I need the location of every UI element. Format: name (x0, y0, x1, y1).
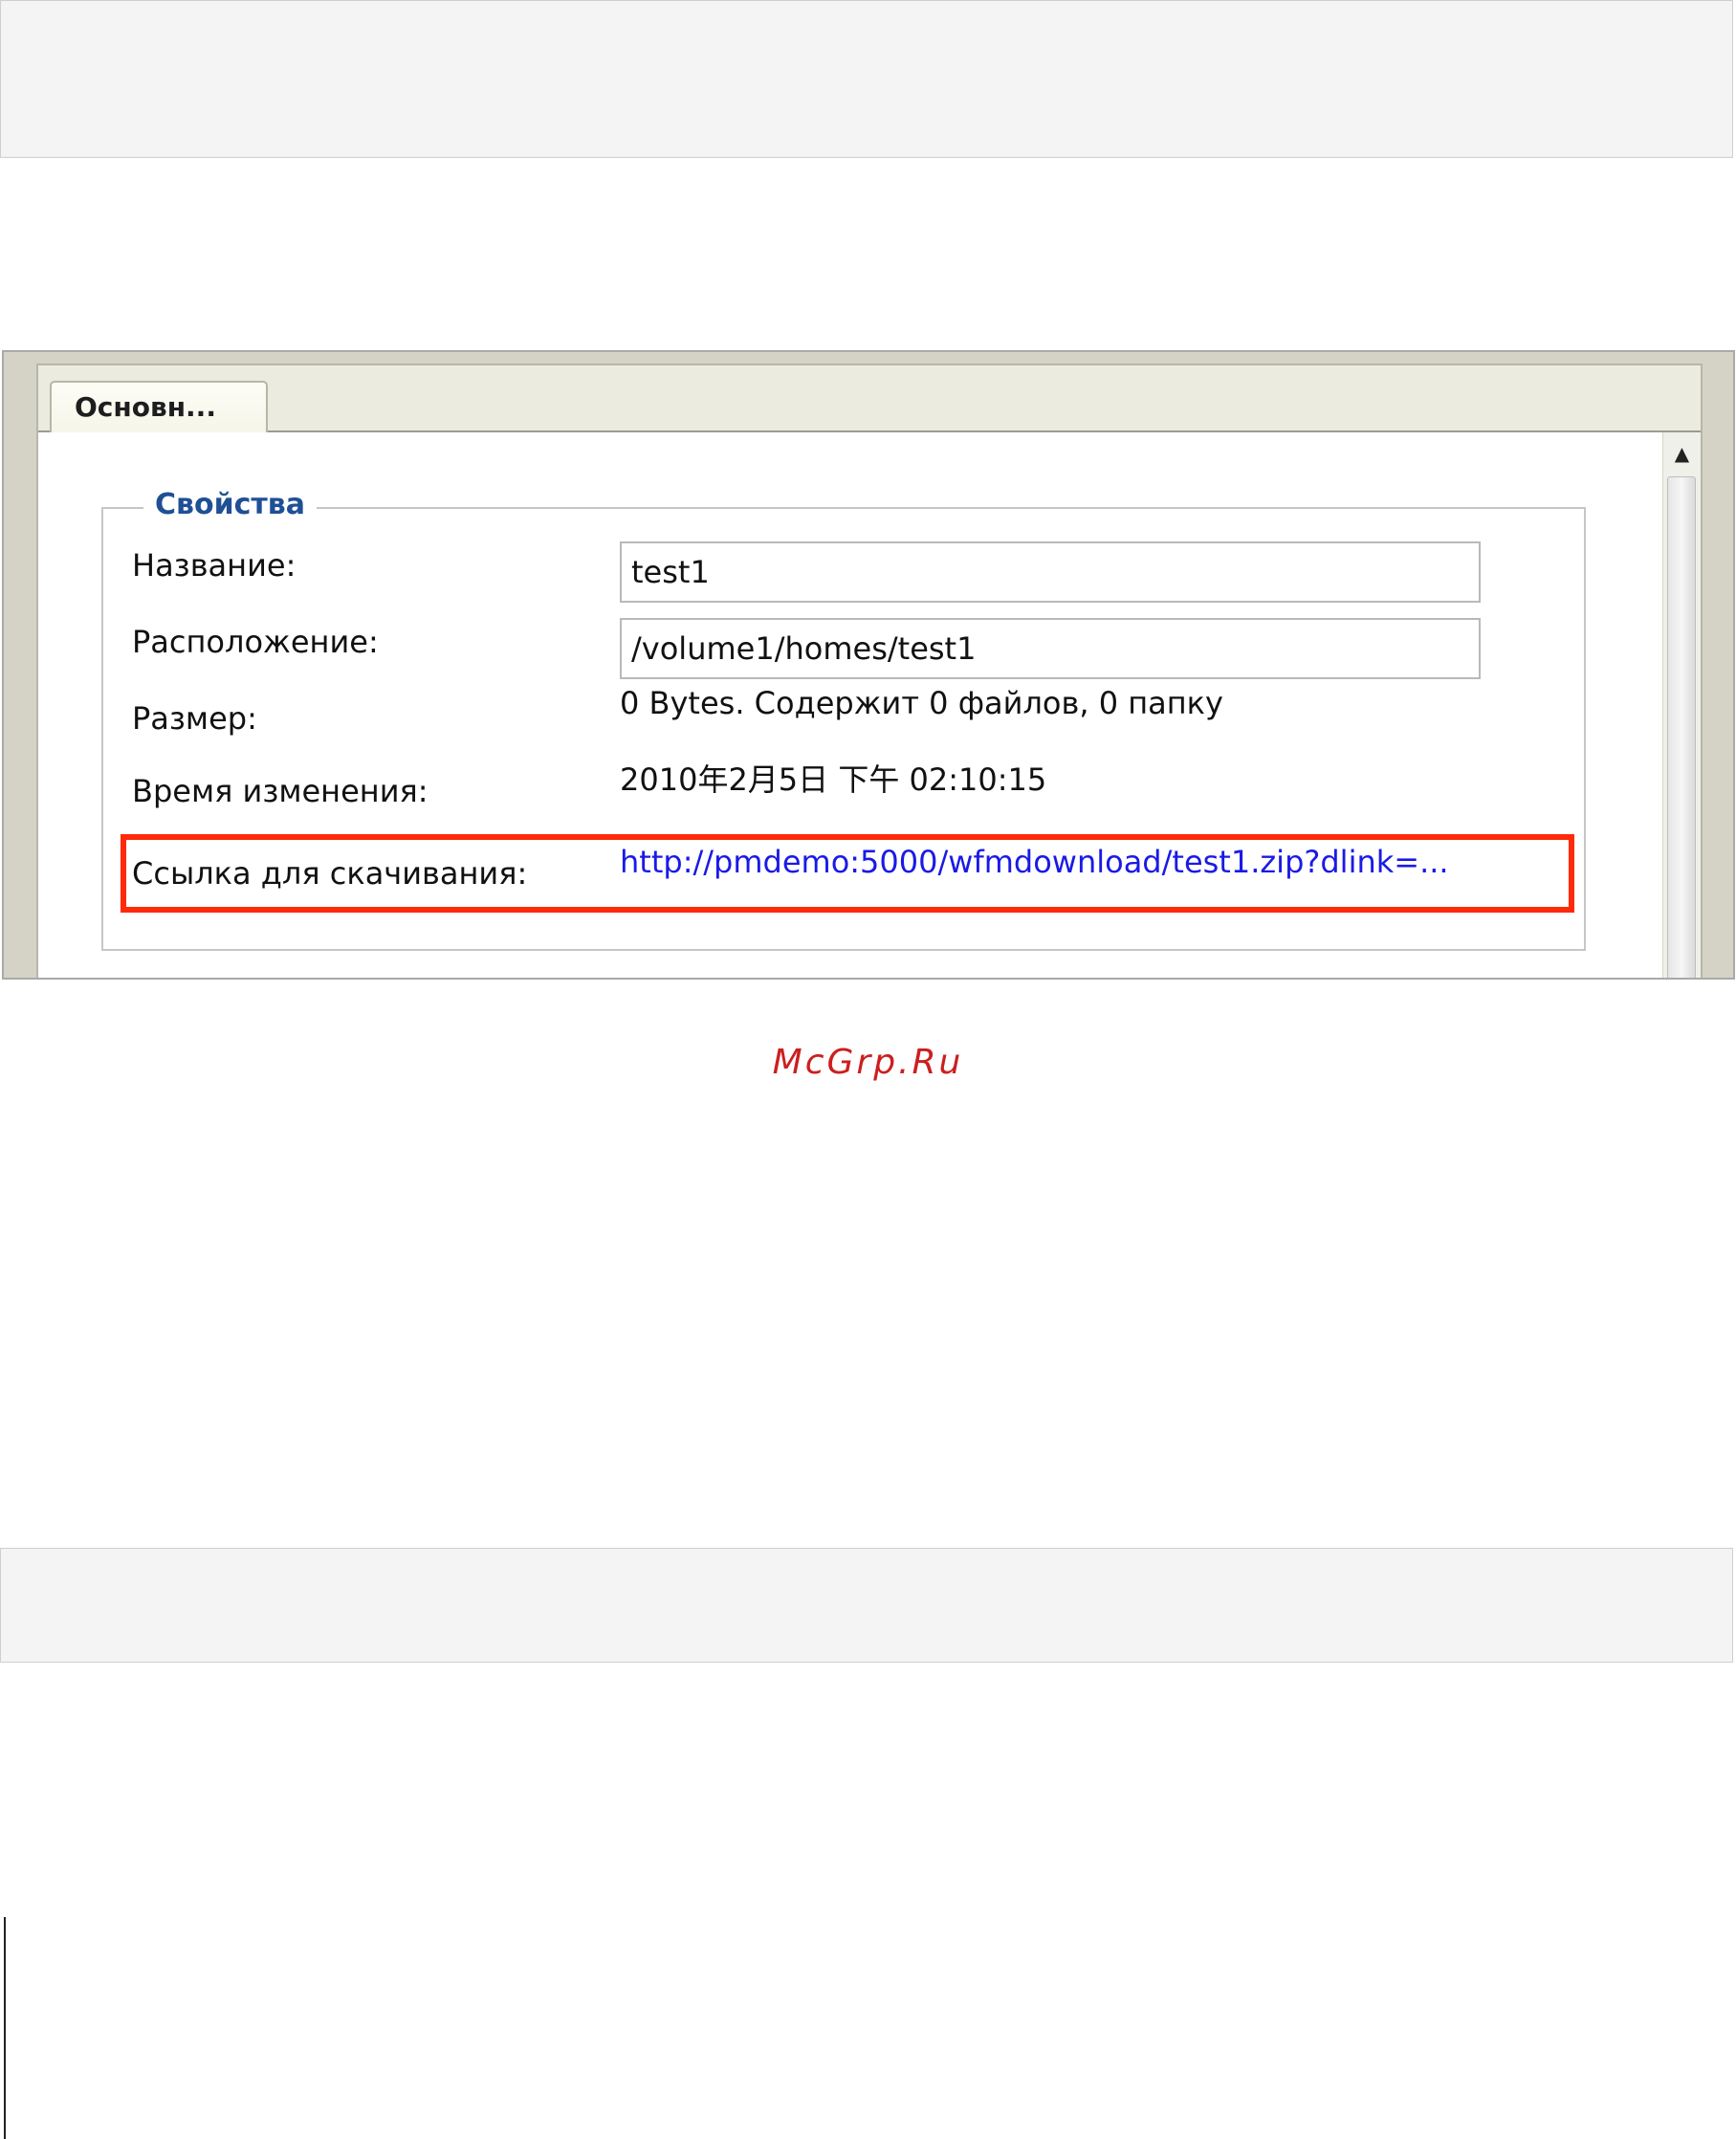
modified-value: 2010年2月5日 下午 02:10:15 (620, 761, 1047, 798)
tab-panel: Свойства Название: Расположение: Размер:… (38, 432, 1662, 978)
page-header-band (0, 0, 1733, 158)
modified-label: Время изменения: (132, 773, 429, 809)
vertical-scrollbar[interactable]: ▲ (1662, 432, 1701, 978)
page-footer-band (0, 1548, 1733, 1663)
size-value: 0 Bytes. Содержит 0 файлов, 0 папку (620, 685, 1223, 721)
download-link[interactable]: http://pmdemo:5000/wfmdownload/test1.zip… (620, 844, 1449, 880)
margin-rule (4, 1917, 6, 2139)
screenshot-frame: Основн... Свойства Название: Расположени… (2, 350, 1735, 980)
scroll-up-arrow-icon[interactable]: ▲ (1663, 432, 1701, 474)
watermark-text: McGrp.Ru (772, 1043, 964, 1082)
download-link-label: Ссылка для скачивания: (132, 855, 528, 892)
tab-general[interactable]: Основн... (50, 381, 268, 434)
name-label: Название: (132, 547, 297, 584)
properties-dialog: Основн... Свойства Название: Расположени… (36, 364, 1703, 978)
name-input[interactable] (620, 541, 1481, 603)
location-input[interactable] (620, 618, 1481, 679)
tab-strip: Основн... (38, 365, 1701, 434)
scroll-thumb[interactable] (1667, 476, 1696, 978)
size-label: Размер: (132, 700, 257, 737)
properties-fieldset: Свойства Название: Расположение: Размер:… (101, 488, 1586, 951)
location-label: Расположение: (132, 624, 379, 660)
fieldset-legend: Свойства (143, 488, 318, 521)
